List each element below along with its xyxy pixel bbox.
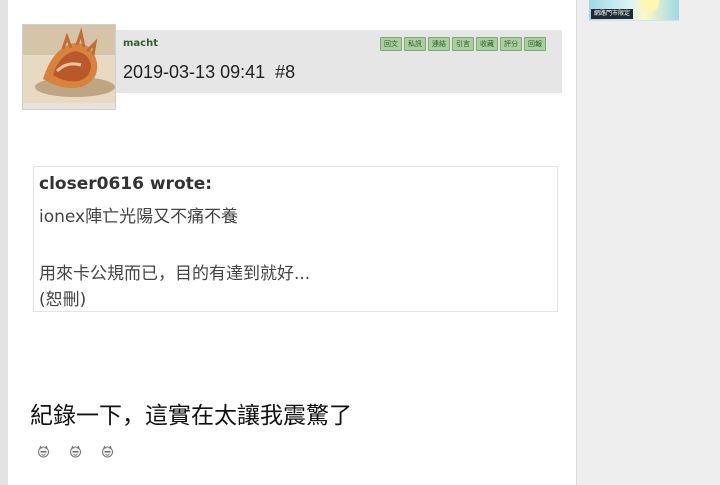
favorite-button[interactable]: 收藏 xyxy=(476,37,498,51)
reply-button[interactable]: 回文 xyxy=(380,37,402,51)
banner-label: 網路門市限定 xyxy=(591,9,634,19)
report-button[interactable]: 回報 xyxy=(524,37,546,51)
quote-line: ionex陣亡光陽又不痛不養 xyxy=(39,207,239,227)
post-action-bar: 回文 私訊 連結 引言 收藏 評分 回報 xyxy=(380,37,546,51)
post-body-text: 紀錄一下，這實在太讓我震驚了 xyxy=(30,403,352,429)
private-message-button[interactable]: 私訊 xyxy=(404,37,426,51)
link-button[interactable]: 連結 xyxy=(428,37,450,51)
post-meta: 2019-03-13 09:41 #8 xyxy=(123,62,295,83)
post-floor-number[interactable]: #8 xyxy=(275,62,295,82)
face-icon xyxy=(37,443,50,458)
reaction-emoji-row xyxy=(37,443,114,458)
banner-sun-graphic xyxy=(641,0,659,12)
quote-line: (恕刪) xyxy=(39,290,87,310)
quote-box: closer0616 wrote: ionex陣亡光陽又不痛不養 用來卡公規而已… xyxy=(33,166,558,312)
quote-author: closer0616 wrote: xyxy=(39,174,213,194)
sidebar-banner-ad[interactable]: 網路門市限定 xyxy=(589,0,679,21)
face-icon xyxy=(69,443,82,458)
left-rail xyxy=(0,0,8,485)
quote-line: 用來卡公規而已，目的有達到就好... xyxy=(39,264,311,284)
post-timestamp: 2019-03-13 09:41 xyxy=(123,62,266,82)
avatar[interactable] xyxy=(22,24,116,110)
face-icon xyxy=(101,443,114,458)
rate-button[interactable]: 評分 xyxy=(500,37,522,51)
avatar-image xyxy=(23,25,115,109)
right-sidebar: 網路門市限定 xyxy=(576,0,720,485)
username[interactable]: macht xyxy=(123,38,158,49)
quote-button[interactable]: 引言 xyxy=(452,37,474,51)
